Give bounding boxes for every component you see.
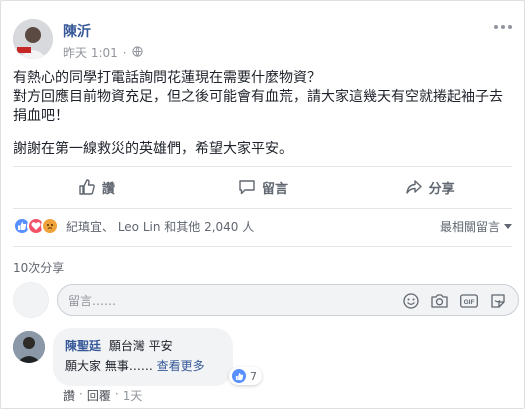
more-options-icon[interactable] <box>493 21 513 33</box>
comment-time[interactable]: 1天 <box>123 387 143 404</box>
comment-label: 留言 <box>262 181 289 197</box>
public-globe-icon[interactable] <box>131 45 143 60</box>
composer-icons: GIF <box>403 293 506 309</box>
thumbs-up-icon <box>79 179 95 195</box>
comment-bubble-icon <box>239 180 255 195</box>
comment-like-link[interactable]: 讚 <box>63 387 75 404</box>
comment-bubble: 陳聖廷 願台灣 平安 願大家 無事…… 查看更多 <box>53 328 233 386</box>
svg-text:GIF: GIF <box>464 299 475 306</box>
post-card: 陳沂 昨天 1:01 · 有熱心的同學打電話詢問花蓮現在需要什麼物資？ 對方回應… <box>0 0 525 409</box>
commenter-name[interactable]: 陳聖廷 <box>65 339 101 353</box>
comment-actions: 讚 · 回覆 · 1天 <box>63 387 143 404</box>
comment-placeholder: 留言…… <box>68 293 117 308</box>
angry-reaction-icon <box>41 217 59 235</box>
post-actions: 讚 留言 分享 <box>13 171 513 203</box>
divider <box>13 166 512 167</box>
divider <box>13 208 512 209</box>
share-label: 分享 <box>428 181 455 197</box>
post-line-1: 有熱心的同學打電話詢問花蓮現在需要什麼物資？ <box>13 70 321 86</box>
divider <box>13 246 512 247</box>
comment-composer: 留言…… GIF <box>13 282 519 318</box>
viewer-avatar <box>13 282 49 318</box>
comment-sort-dropdown[interactable]: 最相關留言 <box>440 218 512 235</box>
post-line-2: 對方回應目前物資充足，但之後可能會有血荒，請大家這幾天有空就捲起袖子去捐血吧！ <box>13 89 503 124</box>
post-time[interactable]: 昨天 1:01 <box>63 44 118 61</box>
post-meta: 昨天 1:01 · <box>63 44 143 61</box>
see-more-link[interactable]: 查看更多 <box>157 359 205 373</box>
post-line-3: 謝謝在第一線救災的英雄們，希望大家平安。 <box>13 141 293 157</box>
comment-likes-number: 7 <box>250 369 257 383</box>
reaction-names[interactable]: 紀瑱宜、 Leo Lin 和其他 2,040 人 <box>66 218 254 235</box>
caret-down-icon <box>504 223 512 229</box>
comment-button[interactable]: 留言 <box>180 171 347 203</box>
share-count[interactable]: 10次分享 <box>13 259 64 276</box>
reactions-summary[interactable]: 紀瑱宜、 Leo Lin 和其他 2,040 人 <box>13 214 513 238</box>
camera-icon[interactable] <box>431 293 448 309</box>
like-button[interactable]: 讚 <box>13 171 180 203</box>
like-label: 讚 <box>101 181 115 197</box>
share-button[interactable]: 分享 <box>346 171 513 203</box>
commenter-avatar[interactable] <box>13 331 45 363</box>
like-reaction-icon <box>231 368 247 384</box>
comment-text-line-1: 願台灣 平安 <box>108 339 173 353</box>
reaction-icons <box>13 217 59 235</box>
comment-text-line-2: 願大家 無事…… <box>65 359 153 373</box>
sort-label: 最相關留言 <box>439 220 500 234</box>
post-body: 有熱心的同學打電話詢問花蓮現在需要什麼物資？ 對方回應目前物資充足，但之後可能會… <box>13 69 513 173</box>
share-arrow-icon <box>405 180 422 194</box>
comment-input[interactable]: 留言…… GIF <box>57 284 519 316</box>
gif-icon[interactable]: GIF <box>460 293 478 309</box>
sticker-icon[interactable] <box>490 293 506 309</box>
comment-reply-link[interactable]: 回覆 <box>87 387 111 404</box>
comment-like-count[interactable]: 7 <box>229 367 262 385</box>
author-avatar[interactable] <box>13 19 53 59</box>
emoji-icon[interactable] <box>403 293 419 309</box>
post-header: 陳沂 昨天 1:01 · <box>13 13 513 61</box>
post-author[interactable]: 陳沂 <box>63 21 91 41</box>
